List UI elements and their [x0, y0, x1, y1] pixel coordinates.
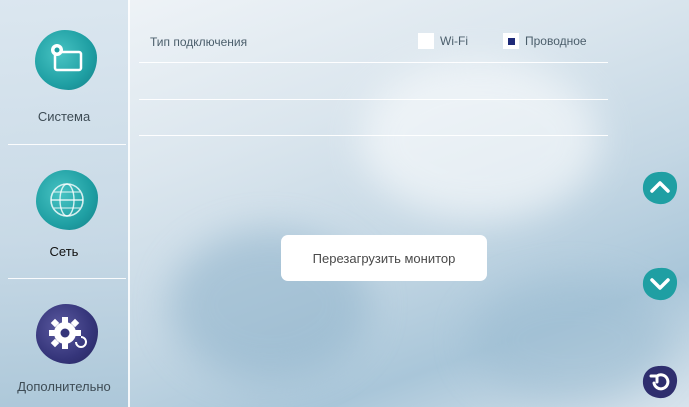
advanced-gear-icon — [36, 304, 98, 364]
wifi-option-label: Wi-Fi — [440, 34, 468, 48]
sidebar-item-network[interactable]: Сеть — [0, 145, 128, 278]
divider — [139, 62, 608, 63]
reboot-monitor-button[interactable]: Перезагрузить монитор — [281, 235, 487, 281]
sidebar-item-label: Сеть — [49, 244, 79, 259]
divider — [139, 99, 608, 100]
connection-type-label: Тип подключения — [150, 35, 248, 49]
reboot-monitor-label: Перезагрузить монитор — [312, 250, 456, 266]
wifi-option[interactable]: Wi-Fi — [418, 33, 468, 49]
sidebar: Система Сеть Дополнительно — [0, 0, 128, 407]
chevron-down-icon — [642, 267, 678, 301]
checkbox-checked-mark — [507, 37, 515, 45]
wired-checkbox[interactable] — [503, 33, 519, 49]
system-settings-icon — [35, 30, 97, 90]
sidebar-item-label: Дополнительно — [17, 379, 111, 394]
scroll-down-button[interactable] — [641, 266, 679, 302]
chevron-up-icon — [642, 171, 678, 205]
sidebar-item-label: Система — [37, 109, 91, 124]
divider — [139, 135, 608, 136]
background-texture — [470, 280, 670, 400]
back-button[interactable] — [641, 364, 679, 400]
sidebar-item-advanced[interactable]: Дополнительно — [0, 279, 128, 407]
scroll-up-button[interactable] — [641, 170, 679, 206]
network-globe-icon — [36, 170, 98, 230]
background-texture — [360, 60, 600, 220]
return-arrow-icon — [642, 365, 678, 399]
divider — [128, 0, 130, 407]
wired-option-label: Проводное — [525, 34, 587, 48]
wifi-checkbox[interactable] — [418, 33, 434, 49]
wired-option[interactable]: Проводное — [503, 33, 587, 49]
sidebar-item-system[interactable]: Система — [0, 0, 128, 144]
